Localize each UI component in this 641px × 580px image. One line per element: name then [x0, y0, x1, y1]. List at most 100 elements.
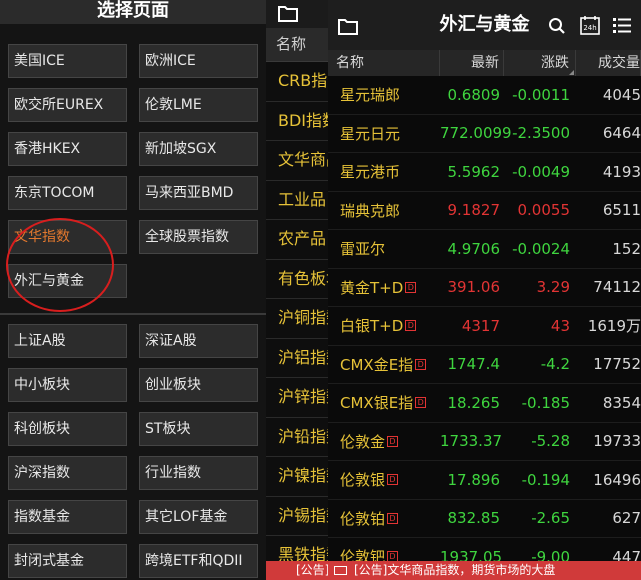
page-option-button[interactable]: ST板块: [139, 412, 258, 446]
stock-category-grid: 上证A股 深证A股 中小板块 创业板块 科创板块 ST板块 沪深指数 行业指数 指数基金 其它LO…: [8, 324, 258, 578]
page-selector-title: 选择页面: [0, 0, 266, 24]
quote-volume: 6464: [602, 124, 641, 143]
quote-volume: 74112: [593, 278, 641, 297]
quote-last: 4317: [461, 316, 500, 335]
index-list: CRB指数BDI指数文华商品工业品农产品有色板块沪铜指数沪铝指数沪锌指数沪铅指数…: [266, 62, 328, 576]
mail-icon: [334, 566, 347, 575]
delay-badge-icon: D: [387, 512, 399, 524]
index-list-row[interactable]: 沪锌指数: [266, 378, 328, 418]
quote-last: 5.5962: [447, 162, 501, 181]
quote-volume: 152: [612, 239, 641, 258]
quote-name: 星元日元: [328, 123, 440, 144]
index-list-row[interactable]: 沪锡指数: [266, 497, 328, 536]
quote-name-text: 星元日元: [340, 124, 401, 143]
column-header-name[interactable]: 名称: [328, 50, 440, 76]
page-option-button[interactable]: 中小板块: [8, 368, 127, 402]
quote-change: -0.194: [521, 470, 570, 489]
index-list-column-header[interactable]: 名称: [266, 28, 328, 62]
page-option-button[interactable]: 跨境ETF和QDII: [139, 544, 258, 578]
index-list-row[interactable]: 沪铜指数: [266, 299, 328, 339]
quote-row[interactable]: 星元瑞郎 0.6809 -0.0011 4045: [328, 76, 641, 115]
quote-name: 雷亚尔: [328, 238, 440, 259]
index-list-row[interactable]: CRB指数: [266, 62, 328, 102]
index-list-row[interactable]: BDI指数: [266, 102, 328, 141]
menu-list-icon[interactable]: [612, 16, 632, 34]
search-icon[interactable]: [548, 17, 566, 35]
index-list-row[interactable]: 沪铝指数: [266, 339, 328, 378]
page-option-button[interactable]: 封闭式基金: [8, 544, 127, 578]
page-option-button[interactable]: 行业指数: [139, 456, 258, 490]
quote-name: 白银T+D D: [328, 315, 440, 336]
quote-row[interactable]: 星元日元 772.0099 -2.3500 6464: [328, 115, 641, 153]
page-option-button[interactable]: 创业板块: [139, 368, 258, 402]
svg-text:24h: 24h: [583, 24, 596, 32]
page-option-button[interactable]: 科创板块: [8, 412, 127, 446]
page-option-button[interactable]: 美国ICE: [8, 44, 127, 78]
quote-last: 4.9706: [447, 239, 501, 258]
page-option-button[interactable]: 指数基金: [8, 500, 127, 534]
page-option-button[interactable]: 上证A股: [8, 324, 127, 358]
quote-row[interactable]: 伦敦金 D 1733.37 -5.28 19733: [328, 423, 641, 461]
page-option-button[interactable]: 沪深指数: [8, 456, 127, 490]
quote-volume: 1619万: [587, 317, 641, 336]
quote-row[interactable]: 伦敦银 D 17.896 -0.194 16496: [328, 461, 641, 500]
quote-change: 0.0055: [517, 201, 571, 220]
page-selector-panel: 选择页面 美国ICE 欧洲ICE 欧交所EUREX 伦敦LME 香港HKEX 新加坡SGX…: [0, 0, 266, 580]
quote-row[interactable]: 瑞典克郎 9.1827 0.0055 6511: [328, 192, 641, 230]
quote-volume: 17752: [593, 355, 641, 374]
page-option-button[interactable]: 欧洲ICE: [139, 44, 258, 78]
index-list-row[interactable]: 文华商品: [266, 141, 328, 181]
quote-name-text: 瑞典克郎: [340, 201, 401, 220]
page-option-button[interactable]: 伦敦LME: [139, 88, 258, 122]
column-header-change-label: 涨跌: [541, 55, 569, 71]
page-option-button[interactable]: 外汇与黄金: [8, 264, 127, 298]
delay-badge-icon: D: [415, 358, 427, 370]
page-option-button[interactable]: 文华指数: [8, 220, 127, 254]
index-list-row[interactable]: 有色板块: [266, 260, 328, 299]
quote-change: -2.65: [531, 509, 570, 528]
quote-row[interactable]: 雷亚尔 4.9706 -0.0024 152: [328, 230, 641, 269]
quote-row[interactable]: 星元港币 5.5962 -0.0049 4193: [328, 153, 641, 192]
page-option-button[interactable]: 欧交所EUREX: [8, 88, 127, 122]
quote-row[interactable]: CMX金E指 D 1747.4 -4.2 17752: [328, 346, 641, 384]
page-option-button[interactable]: 马来西亚BMD: [139, 176, 258, 210]
quote-row[interactable]: CMX银E指 D 18.265 -0.185 8354: [328, 384, 641, 423]
quote-name: 星元瑞郎: [328, 84, 440, 105]
24h-icon[interactable]: 24h: [580, 15, 600, 35]
index-list-row[interactable]: 工业品: [266, 181, 328, 220]
quote-volume: 4045: [602, 85, 641, 104]
quote-name: 伦敦金 D: [328, 431, 440, 452]
quote-row[interactable]: 白银T+D D 4317 43 1619万: [328, 307, 641, 346]
quote-row[interactable]: 伦敦铂 D 832.85 -2.65 627: [328, 500, 641, 538]
announcement-banner[interactable]: [公告]文华商品指数，期货市场的大盘: [328, 561, 641, 580]
page-option-button[interactable]: 香港HKEX: [8, 132, 127, 166]
delay-badge-icon: D: [405, 281, 417, 293]
quote-last: 832.85: [447, 509, 501, 528]
quote-volume: 16496: [593, 470, 641, 489]
quote-name: 黄金T+D D: [328, 277, 440, 298]
quote-row[interactable]: 黄金T+D D 391.06 3.29 74112: [328, 269, 641, 307]
page-option-button[interactable]: 东京TOCOM: [8, 176, 127, 210]
quote-volume: 8354: [602, 393, 641, 412]
quote-last: 1733.37: [440, 432, 503, 451]
middle-announcement-banner[interactable]: [公告]: [266, 561, 328, 580]
page-option-button[interactable]: 全球股票指数: [139, 220, 258, 254]
index-list-row[interactable]: 农产品: [266, 220, 328, 260]
quote-change: 3.29: [536, 278, 570, 297]
delay-badge-icon: D: [387, 474, 399, 486]
forex-gold-panel: 外汇与黄金 24h 名称 最新 涨跌 成交量 星元瑞郎 0.6809 -0.0011…: [328, 0, 641, 580]
index-list-row[interactable]: 沪铅指数: [266, 418, 328, 457]
page-option-button[interactable]: 新加坡SGX: [139, 132, 258, 166]
page-option-button[interactable]: 深证A股: [139, 324, 258, 358]
index-list-row[interactable]: 沪镍指数: [266, 457, 328, 497]
quote-change: -2.3500: [512, 124, 570, 143]
column-header-last[interactable]: 最新: [440, 50, 504, 76]
column-header-change[interactable]: 涨跌: [504, 50, 576, 76]
folder-icon[interactable]: [278, 4, 298, 22]
quote-last: 17.896: [447, 470, 501, 489]
page-option-button[interactable]: 其它LOF基金: [139, 500, 258, 534]
announcement-text: [公告]文华商品指数，期货市场的大盘: [354, 563, 556, 577]
column-header-volume[interactable]: 成交量: [576, 50, 641, 76]
quote-name-text: 伦敦金: [340, 432, 386, 451]
quote-change: 43: [550, 316, 570, 335]
